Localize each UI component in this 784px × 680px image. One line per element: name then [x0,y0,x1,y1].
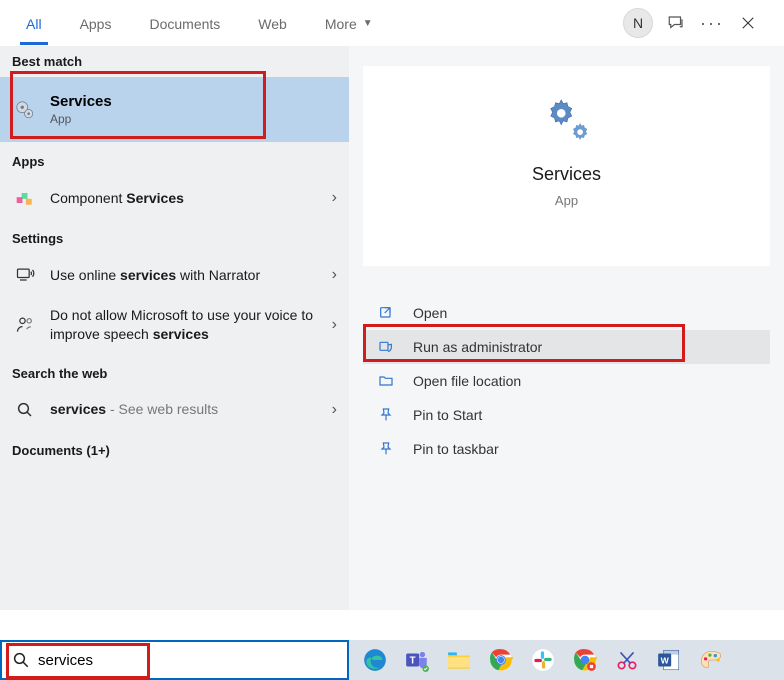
chevron-right-icon: › [332,401,337,419]
action-pin-to-taskbar[interactable]: Pin to taskbar [363,432,770,466]
search-icon [14,399,36,421]
search-icon [12,651,30,669]
tab-apps[interactable]: Apps [74,2,118,45]
chevron-right-icon: › [332,316,337,334]
taskbar-teams-icon[interactable]: T [397,640,437,680]
taskbar-pinned-apps: T W [349,640,784,680]
action-run-as-administrator[interactable]: Run as administrator [363,330,770,364]
taskbar-explorer-icon[interactable] [439,640,479,680]
taskbar-paint-icon[interactable] [691,640,731,680]
result-narrator-services[interactable]: Use online services with Narrator › [0,254,349,296]
taskbar-word-icon[interactable]: W [649,640,689,680]
pin-icon [377,406,395,424]
result-label: services - See web results [50,400,242,419]
preview-pane: Services App Open Run as administrator [349,46,784,610]
taskbar-chrome-canary-icon[interactable] [565,640,605,680]
services-icon [14,99,36,121]
result-label: Use online services with Narrator [50,266,284,285]
taskbar-edge-icon[interactable] [355,640,395,680]
taskbar-snip-icon[interactable] [607,640,647,680]
action-label: Run as administrator [413,339,542,355]
best-match-subtitle: App [50,112,112,126]
result-label: Component Services [50,189,208,208]
tab-more[interactable]: More ▼ [319,2,379,45]
taskbar: T W [0,640,784,680]
taskbar-slack-icon[interactable] [523,640,563,680]
action-label: Open file location [413,373,521,389]
filter-tabs: All Apps Documents Web More ▼ N ··· [0,0,784,46]
action-pin-to-start[interactable]: Pin to Start [363,398,770,432]
preview-subtitle: App [555,193,578,208]
more-options-icon[interactable]: ··· [694,5,730,41]
chevron-right-icon: › [332,189,337,207]
preview-card: Services App [363,66,770,266]
pin-icon [377,440,395,458]
chevron-down-icon: ▼ [363,18,373,29]
services-icon [544,96,590,142]
section-search-web: Search the web [0,354,349,389]
section-settings: Settings [0,219,349,254]
results-pane: Best match Services App Apps Component S… [0,46,349,610]
action-open-file-location[interactable]: Open file location [363,364,770,398]
tab-documents[interactable]: Documents [143,2,226,45]
chevron-right-icon: › [332,266,337,284]
admin-shield-icon [377,338,395,356]
folder-icon [377,372,395,390]
svg-text:W: W [661,655,670,665]
search-box[interactable] [0,640,349,680]
open-icon [377,304,395,322]
section-best-match: Best match [0,46,349,77]
component-services-icon [14,187,36,209]
avatar-initial: N [623,8,653,38]
feedback-icon[interactable] [658,5,694,41]
best-match-result[interactable]: Services App [0,77,349,142]
result-web-services[interactable]: services - See web results › [0,389,349,431]
narrator-icon [14,264,36,286]
svg-text:T: T [410,655,416,666]
tab-more-label: More [325,16,357,32]
result-label: Do not allow Microsoft to use your voice… [50,306,337,344]
tab-all[interactable]: All [20,2,48,45]
actions-list: Open Run as administrator Open file loca… [363,296,770,466]
preview-title: Services [532,164,601,185]
user-avatar[interactable]: N [622,5,658,41]
result-component-services[interactable]: Component Services › [0,177,349,219]
result-speech-services[interactable]: Do not allow Microsoft to use your voice… [0,296,349,354]
action-label: Pin to Start [413,407,482,423]
speech-privacy-icon [14,314,36,336]
best-match-title: Services [50,93,112,110]
action-label: Open [413,305,447,321]
action-open[interactable]: Open [363,296,770,330]
taskbar-chrome-icon[interactable] [481,640,521,680]
tab-web[interactable]: Web [252,2,293,45]
close-icon[interactable] [730,5,766,41]
section-documents: Documents (1+) [0,431,349,466]
action-label: Pin to taskbar [413,441,499,457]
section-apps: Apps [0,142,349,177]
search-input[interactable] [38,642,347,678]
